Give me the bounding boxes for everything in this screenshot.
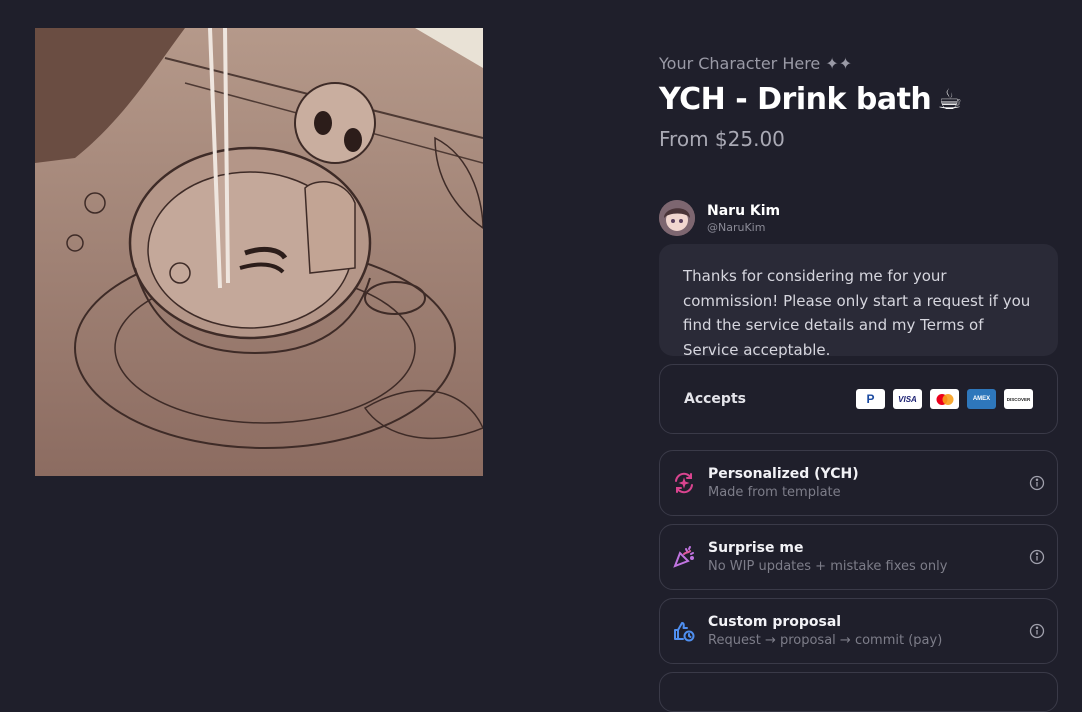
info-icon[interactable] [1029,623,1045,639]
option-personalized[interactable]: Personalized (YCH) Made from template [659,450,1058,516]
option-subtitle: Made from template [708,485,841,500]
listing-title: YCH - Drink bath ☕ [659,82,962,117]
artwork-image [35,28,483,476]
option-title: Custom proposal [708,614,842,630]
option-title: Surprise me [708,540,804,556]
mastercard-icon [930,389,959,409]
discover-icon: DISCOVER [1004,389,1033,409]
avatar[interactable] [659,200,695,236]
visa-label: VISA [898,394,917,404]
party-popper-icon [672,545,696,569]
discover-label: DISCOVER [1006,396,1031,402]
option-custom-proposal[interactable]: Custom proposal Request → proposal → com… [659,598,1058,664]
artist-name[interactable]: Naru Kim [707,203,780,219]
option-title: Personalized (YCH) [708,466,859,482]
amex-icon: AMEX [967,389,996,409]
sparkle-refresh-icon [672,471,696,495]
mastercard-circles [936,393,953,405]
option-subtitle: Request → proposal → commit (pay) [708,633,943,648]
listing-title-text: YCH - Drink bath [659,82,932,117]
listing-price: From $25.00 [659,127,785,151]
paypal-icon: P [856,389,885,409]
visa-icon: VISA [893,389,922,409]
artist-handle: @NaruKim [707,220,766,234]
info-icon[interactable] [1029,549,1045,565]
info-icon[interactable] [1029,475,1045,491]
accepts-label: Accepts [684,391,746,407]
avatar-image [659,200,695,236]
option-card-partial[interactable] [659,672,1058,712]
thumbs-up-clock-icon [672,619,696,643]
accepted-payments-card: Accepts P VISA AMEX DISCOVER [659,364,1058,434]
commission-artwork[interactable] [35,28,483,476]
option-subtitle: No WIP updates + mistake fixes only [708,559,948,574]
listing-subtitle: Your Character Here ✦✦ [659,54,853,73]
artist-profile[interactable]: Naru Kim @NaruKim [659,200,780,236]
option-surprise-me[interactable]: Surprise me No WIP updates + mistake fix… [659,524,1058,590]
payment-methods: P VISA AMEX DISCOVER [856,389,1033,409]
amex-label: AMEX [972,396,991,402]
coffee-emoji-icon: ☕ [937,83,962,116]
artist-message: Thanks for considering me for your commi… [659,244,1058,359]
